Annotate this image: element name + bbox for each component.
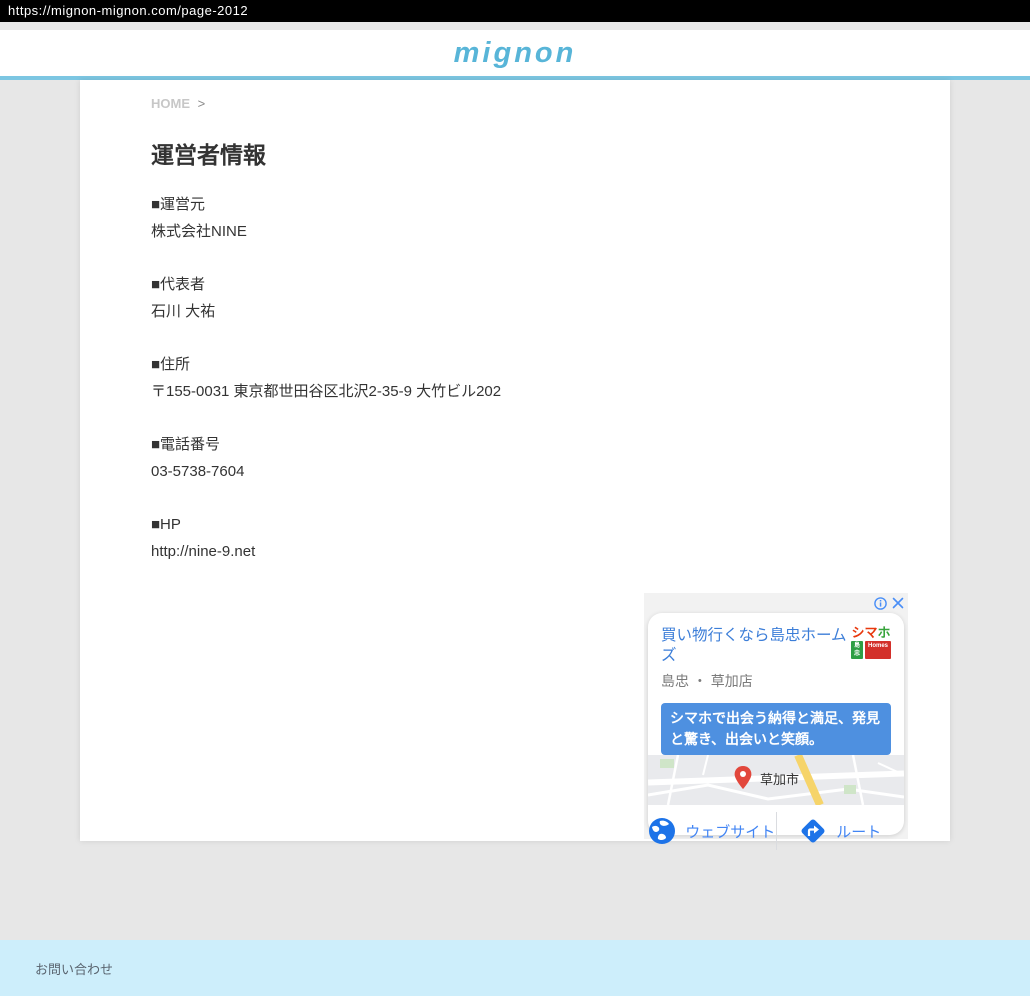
browser-strip xyxy=(0,22,1030,30)
route-button[interactable]: ルート xyxy=(777,817,905,845)
logo-badge-left: 島忠 xyxy=(851,641,863,659)
main-area: HOME > 運営者情報 ■運営元 株式会社NINE ■代表者 石川 大祐 ■住… xyxy=(0,80,1030,940)
section-phone: ■電話番号 03-5738-7604 xyxy=(151,431,950,485)
section-address: ■住所 〒155-0031 東京都世田谷区北沢2-35-9 大竹ビル202 xyxy=(151,351,950,405)
website-button[interactable]: ウェブサイト xyxy=(648,817,776,845)
footer: お問い合わせ xyxy=(0,940,1030,996)
breadcrumb-home-link[interactable]: HOME xyxy=(151,96,190,111)
operator-info-sections: ■運営元 株式会社NINE ■代表者 石川 大祐 ■住所 〒155-0031 東… xyxy=(151,191,950,565)
ad-banner[interactable]: シマホで出会う納得と満足、発見と驚き、出会いと笑顔。 xyxy=(661,703,891,755)
ad-title-link[interactable]: 買い物行くなら島忠ホームズ xyxy=(661,626,849,666)
website-button-label: ウェブサイト xyxy=(685,821,775,842)
site-logo[interactable]: mignon xyxy=(454,37,577,70)
section-representative: ■代表者 石川 大祐 xyxy=(151,271,950,325)
map-center: 草加市 xyxy=(734,766,799,790)
section-label: ■HP xyxy=(151,516,181,533)
contact-link[interactable]: お問い合わせ xyxy=(35,959,113,978)
logo-badges: 島忠 Homes xyxy=(851,641,891,659)
site-header: mignon xyxy=(0,30,1030,76)
info-icon[interactable] xyxy=(874,597,887,610)
globe-icon xyxy=(648,817,676,845)
section-label: ■電話番号 xyxy=(151,436,220,453)
ad-choices-bar xyxy=(644,593,908,611)
section-value: http://nine-9.net xyxy=(151,543,255,560)
page-title: 運営者情報 xyxy=(151,136,950,170)
breadcrumb: HOME > xyxy=(151,96,950,111)
url-text: https://mignon-mignon.com/page-2012 xyxy=(8,3,248,18)
section-value: 石川 大祐 xyxy=(151,303,215,320)
route-button-label: ルート xyxy=(836,821,881,842)
ad-subtitle: 島忠 ・ 草加店 xyxy=(661,671,891,691)
section-label: ■代表者 xyxy=(151,276,205,293)
section-value: 〒155-0031 東京都世田谷区北沢2-35-9 大竹ビル202 xyxy=(151,383,501,400)
section-value: 株式会社NINE xyxy=(151,223,247,240)
breadcrumb-separator: > xyxy=(198,96,206,111)
section-label: ■住所 xyxy=(151,356,190,373)
ad-buttons: ウェブサイト ルート xyxy=(648,805,904,857)
advertiser-logo: シマホ 島忠 Homes xyxy=(851,626,891,666)
url-bar: https://mignon-mignon.com/page-2012 xyxy=(0,0,1030,22)
close-icon[interactable] xyxy=(892,597,904,609)
map-pin-icon xyxy=(734,766,752,790)
ad-card[interactable]: 買い物行くなら島忠ホームズ シマホ 島忠 Homes 島忠 ・ 草加店 シマホで… xyxy=(648,613,904,835)
section-label: ■運営元 xyxy=(151,196,205,213)
map-label: 草加市 xyxy=(760,769,799,788)
ad-title-row: 買い物行くなら島忠ホームズ シマホ 島忠 Homes xyxy=(661,626,891,666)
section-operator: ■運営元 株式会社NINE xyxy=(151,191,950,245)
logo-badge-right: Homes xyxy=(865,641,891,659)
ad-container: 買い物行くなら島忠ホームズ シマホ 島忠 Homes 島忠 ・ 草加店 シマホで… xyxy=(644,593,908,839)
section-value: 03-5738-7604 xyxy=(151,463,244,480)
ad-map[interactable]: 草加市 xyxy=(648,755,904,805)
logo-text: シマホ xyxy=(851,626,891,639)
directions-icon xyxy=(799,817,827,845)
section-hp: ■HP http://nine-9.net xyxy=(151,511,950,565)
